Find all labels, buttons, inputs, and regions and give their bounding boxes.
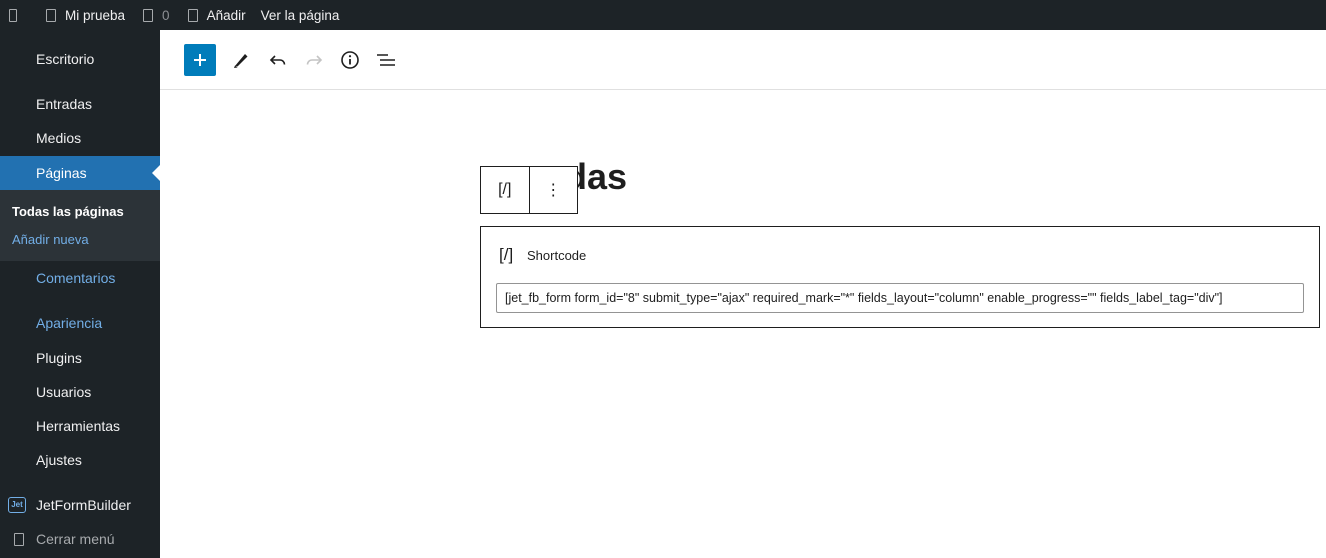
redo-button[interactable] xyxy=(298,44,330,76)
comment-icon xyxy=(143,8,154,22)
pencil-icon xyxy=(234,54,248,68)
submenu-item-all-pages[interactable]: Todas las páginas xyxy=(12,204,124,219)
sidebar-item-jetformbuilder[interactable]: JetFormBuilder xyxy=(0,488,160,522)
sidebar-item-label: Páginas xyxy=(36,165,87,181)
sidebar-item-label: Ajustes xyxy=(36,452,82,468)
undo-button[interactable] xyxy=(262,44,294,76)
new-content-link[interactable]: Añadir xyxy=(176,0,252,30)
view-page-label: Ver la página xyxy=(260,7,340,23)
info-icon xyxy=(341,51,359,69)
sidebar-item-plugins[interactable]: Plugins xyxy=(0,341,160,375)
plus-icon xyxy=(187,8,198,22)
site-name-link[interactable]: Mi prueba xyxy=(32,0,131,30)
list-view-button[interactable] xyxy=(370,44,402,76)
collapse-menu-label: Cerrar menú xyxy=(36,531,115,547)
admin-bar: Mi prueba 0 Añadir Ver la página xyxy=(0,0,1326,30)
sidebar-item-label: Plugins xyxy=(36,350,82,366)
add-block-button[interactable] xyxy=(184,44,216,76)
sidebar-item-label: Escritorio xyxy=(36,51,95,67)
sidebar-item-paginas[interactable]: Páginas xyxy=(0,156,160,190)
sidebar-item-label: Medios xyxy=(36,130,82,146)
redo-icon xyxy=(306,55,323,65)
sidebar-item-label: Apariencia xyxy=(36,315,103,331)
collapse-menu-button[interactable]: Cerrar menú xyxy=(0,522,160,556)
home-icon xyxy=(46,8,56,22)
sidebar-item-escritorio[interactable]: Escritorio xyxy=(0,42,160,76)
admin-sidebar: Escritorio Entradas Medios Páginas Todas… xyxy=(0,30,160,558)
sidebar-item-apariencia[interactable]: Apariencia xyxy=(0,306,160,340)
sidebar-item-comentarios[interactable]: Comentarios xyxy=(0,261,160,295)
new-content-label: Añadir xyxy=(206,7,246,23)
undo-icon xyxy=(269,55,286,65)
pages-submenu: Todas las páginas Añadir nueva xyxy=(0,190,160,261)
block-type-button[interactable]: [/] xyxy=(481,167,530,213)
shortcode-label: Shortcode xyxy=(527,248,587,263)
sidebar-item-herramientas[interactable]: Herramientas xyxy=(0,409,160,443)
sidebar-item-ajustes[interactable]: Ajustes xyxy=(0,443,160,477)
shortcode-icon: [/] xyxy=(499,245,514,264)
sidebar-item-usuarios[interactable]: Usuarios xyxy=(0,375,160,409)
list-view-icon xyxy=(377,54,395,66)
sidebar-item-label: Comentarios xyxy=(36,270,116,286)
shortcode-block[interactable]: [/] Shortcode xyxy=(480,226,1320,328)
sidebar-item-entradas[interactable]: Entradas xyxy=(0,87,160,121)
block-toolbar: [/] ⋮ xyxy=(480,166,578,214)
comments-count: 0 xyxy=(162,7,170,23)
wp-logo-menu[interactable] xyxy=(0,0,32,30)
view-page-link[interactable]: Ver la página xyxy=(252,0,346,30)
shortcode-icon: [/] xyxy=(498,181,512,198)
shortcode-input[interactable] xyxy=(496,283,1304,313)
site-name-label: Mi prueba xyxy=(65,7,126,23)
comments-link[interactable]: 0 xyxy=(131,0,176,30)
editor-toolbar xyxy=(160,30,1326,90)
wordpress-icon xyxy=(9,8,17,22)
tools-button[interactable] xyxy=(225,44,257,76)
active-indicator xyxy=(152,165,160,181)
plus-icon xyxy=(194,54,206,66)
sidebar-item-label: Entradas xyxy=(36,96,93,112)
block-options-button[interactable]: ⋮ xyxy=(530,167,578,213)
details-button[interactable] xyxy=(334,44,366,76)
more-vertical-icon: ⋮ xyxy=(545,182,562,199)
submenu-item-add-new[interactable]: Añadir nueva xyxy=(12,232,89,247)
sidebar-item-label: Herramientas xyxy=(36,418,121,434)
sidebar-item-label: Usuarios xyxy=(36,384,92,400)
sidebar-item-medios[interactable]: Medios xyxy=(0,121,160,155)
sidebar-item-label: JetFormBuilder xyxy=(36,497,131,513)
